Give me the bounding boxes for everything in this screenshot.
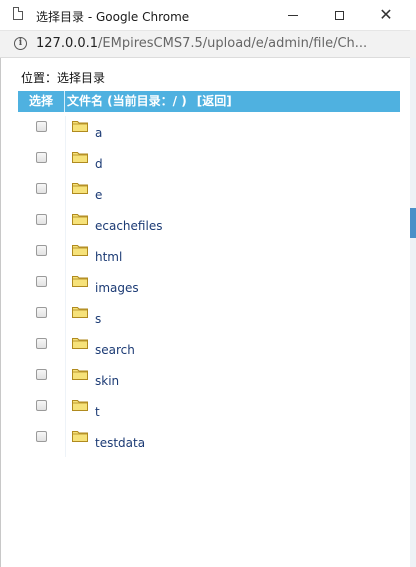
address-bar[interactable]: i 127.0.0.1/EMpiresCMS7.5/upload/e/admin… [0,31,416,58]
folder-select-checkbox[interactable] [36,276,47,287]
cell-divider [65,116,66,147]
folder-select-checkbox[interactable] [36,369,47,380]
folder-select-checkbox[interactable] [36,431,47,442]
cell-divider [65,271,66,302]
cell-divider [65,147,66,178]
folder-select-checkbox[interactable] [36,307,47,318]
folder-icon [72,151,88,163]
folder-icon [72,399,88,411]
page-content: 位置：选择目录 选择 文件名 (当前目录：/ ) [返回] a d e ecach… [0,58,410,567]
folder-row: search [18,333,400,364]
folder-name-link[interactable]: e [95,188,102,202]
folder-select-checkbox[interactable] [36,214,47,225]
folder-row: t [18,395,400,426]
folder-icon [72,430,88,442]
cell-divider [65,395,66,426]
close-icon: ✕ [379,5,393,24]
url-host: 127.0.0.1 [36,36,99,51]
cell-divider [65,302,66,333]
folder-select-checkbox[interactable] [36,400,47,411]
folder-row: skin [18,364,400,395]
close-button[interactable]: ✕ [362,0,410,30]
folder-row: ecachefiles [18,209,400,240]
folder-name-link[interactable]: html [95,250,122,264]
folder-icon [72,120,88,132]
url-path: /EMpiresCMS7.5/upload/e/admin/file/Ch... [98,36,368,51]
cell-divider [65,178,66,209]
folder-name-link[interactable]: a [95,126,102,140]
maximize-icon [334,10,344,20]
cell-divider [65,364,66,395]
back-link[interactable]: [返回] [197,94,232,108]
folder-select-checkbox[interactable] [36,152,47,163]
folder-select-checkbox[interactable] [36,121,47,132]
folder-name-link[interactable]: ecachefiles [95,219,162,233]
folder-icon [72,337,88,349]
background-window-edge [410,0,416,567]
folder-icon [72,275,88,287]
folder-name-link[interactable]: s [95,312,101,326]
current-directory-label: 文件名 (当前目录：/ ) [67,94,187,108]
column-header-select: 选择 [18,91,65,112]
folder-row: testdata [18,426,400,457]
folder-select-checkbox[interactable] [36,245,47,256]
url-text[interactable]: 127.0.0.1/EMpiresCMS7.5/upload/e/admin/f… [36,36,392,51]
table-header: 选择 文件名 (当前目录：/ ) [返回] [18,91,400,112]
minimize-icon [288,14,298,16]
page-icon [13,7,23,20]
folder-icon [72,213,88,225]
folder-name-link[interactable]: skin [95,374,119,388]
folder-row: html [18,240,400,271]
minimize-button[interactable] [270,0,316,30]
folder-name-link[interactable]: search [95,343,135,357]
location-breadcrumb: 位置：选择目录 [21,71,106,85]
cell-divider [65,240,66,271]
folder-icon [72,244,88,256]
site-info-icon[interactable]: i [14,37,27,50]
folder-row: e [18,178,400,209]
window-title: 选择目录 - Google Chrome [36,10,190,24]
cell-divider [65,426,66,457]
folder-row: d [18,147,400,178]
folder-row: images [18,271,400,302]
folder-name-link[interactable]: d [95,157,103,171]
folder-row: s [18,302,400,333]
folder-select-checkbox[interactable] [36,183,47,194]
folder-icon [72,368,88,380]
cell-divider [65,333,66,364]
folder-name-link[interactable]: testdata [95,436,145,450]
folder-name-link[interactable]: t [95,405,100,419]
cell-divider [65,209,66,240]
maximize-button[interactable] [316,0,362,30]
column-header-filename: 文件名 (当前目录：/ ) [返回] [67,91,232,112]
folder-icon [72,306,88,318]
folder-icon [72,182,88,194]
folder-row: a [18,116,400,147]
folder-select-checkbox[interactable] [36,338,47,349]
folder-name-link[interactable]: images [95,281,139,295]
window-titlebar: 选择目录 - Google Chrome ✕ [0,0,416,31]
folder-list: a d e ecachefiles html images s search s… [18,116,400,457]
